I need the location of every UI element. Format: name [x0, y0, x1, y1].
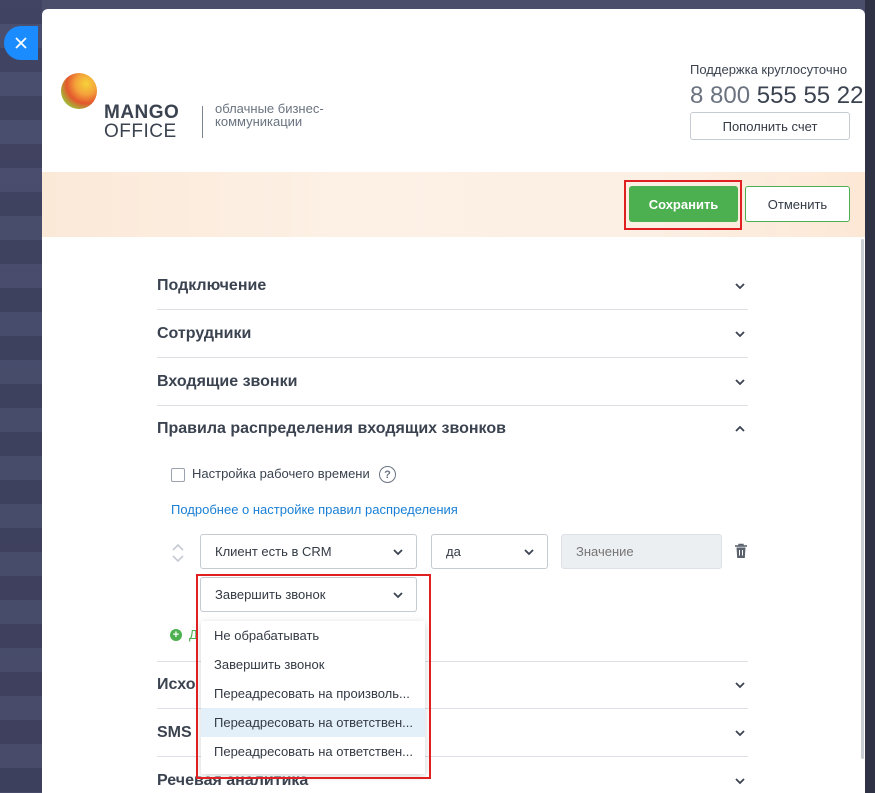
- condition-operator-value: да: [446, 544, 461, 559]
- rules-help-link[interactable]: Подробнее о настройке правил распределен…: [171, 502, 458, 517]
- help-icon[interactable]: ?: [379, 466, 396, 483]
- action-dropdown-menu: Не обрабатывать Завершить звонок Переадр…: [201, 621, 425, 774]
- topup-button[interactable]: Пополнить счет: [690, 112, 850, 140]
- chevron-down-icon: [734, 727, 746, 739]
- close-panel-button[interactable]: [4, 26, 38, 60]
- add-rule-icon[interactable]: +: [170, 629, 182, 641]
- trash-icon[interactable]: [734, 543, 748, 559]
- drag-handle-icon[interactable]: [171, 543, 185, 563]
- section-title: Речевая аналитика: [157, 771, 309, 789]
- brand-name-top: MANGO: [104, 102, 180, 123]
- work-time-label: Настройка рабочего времени: [192, 466, 370, 481]
- chevron-down-icon: [734, 328, 746, 340]
- logo-divider: [202, 106, 203, 138]
- scrollbar[interactable]: [861, 239, 864, 759]
- chevron-down-icon: [734, 679, 746, 691]
- support-phone: 8 800 555 55 22: [690, 82, 864, 110]
- mango-logo-icon: [61, 73, 97, 109]
- section-title: Подключение: [157, 276, 267, 294]
- chevron-down-icon: [734, 280, 746, 292]
- section-title: Сотрудники: [157, 324, 252, 342]
- brand-tagline: облачные бизнес-коммуникации: [215, 101, 324, 129]
- section-title: Входящие звонки: [157, 372, 298, 390]
- dropdown-option[interactable]: Не обрабатывать: [201, 621, 425, 650]
- condition-operator-select[interactable]: да: [431, 534, 548, 569]
- chevron-up-icon: [734, 423, 746, 435]
- dropdown-option-hovered[interactable]: Переадресовать на ответствен...: [201, 708, 425, 737]
- condition-field-value: Клиент есть в CRM: [215, 544, 332, 559]
- chevron-down-icon: [392, 589, 404, 601]
- dropdown-option[interactable]: Переадресовать на ответствен...: [201, 737, 425, 766]
- work-time-checkbox[interactable]: [171, 468, 185, 482]
- close-icon: [15, 37, 27, 49]
- action-select-value: Завершить звонок: [215, 587, 326, 602]
- section-title: SMS: [157, 723, 192, 741]
- save-button[interactable]: Сохранить: [629, 186, 738, 222]
- section-title: Правила распределения входящих звонков: [157, 420, 506, 437]
- section-employees[interactable]: Сотрудники: [157, 310, 748, 358]
- dropdown-option[interactable]: Переадресовать на произволь...: [201, 679, 425, 708]
- background-edge: [865, 0, 875, 793]
- condition-field-select[interactable]: Клиент есть в CRM: [200, 534, 417, 569]
- background-sidebar: [0, 0, 42, 793]
- chevron-down-icon: [734, 376, 746, 388]
- phone-prefix: 8 800: [690, 82, 751, 109]
- chevron-down-icon: [734, 775, 746, 787]
- section-title: Исхо: [157, 676, 196, 693]
- action-select[interactable]: Завершить звонок: [200, 577, 417, 612]
- brand-name-bottom: OFFICE: [104, 121, 177, 142]
- chevron-down-icon: [392, 546, 404, 558]
- section-connection[interactable]: Подключение: [157, 262, 748, 310]
- support-label: Поддержка круглосуточно: [690, 62, 848, 77]
- dropdown-option[interactable]: Завершить звонок: [201, 650, 425, 679]
- section-distribution-rules[interactable]: Правила распределения входящих звонков: [157, 405, 748, 453]
- condition-value-input[interactable]: [561, 534, 722, 569]
- settings-panel: MANGO OFFICE облачные бизнес-коммуникаци…: [42, 9, 865, 793]
- cancel-button[interactable]: Отменить: [745, 186, 850, 222]
- add-rule-link[interactable]: Д: [189, 627, 198, 642]
- chevron-down-icon: [523, 546, 535, 558]
- section-incoming-calls[interactable]: Входящие звонки: [157, 358, 748, 406]
- phone-number: 555 55 22: [756, 82, 864, 109]
